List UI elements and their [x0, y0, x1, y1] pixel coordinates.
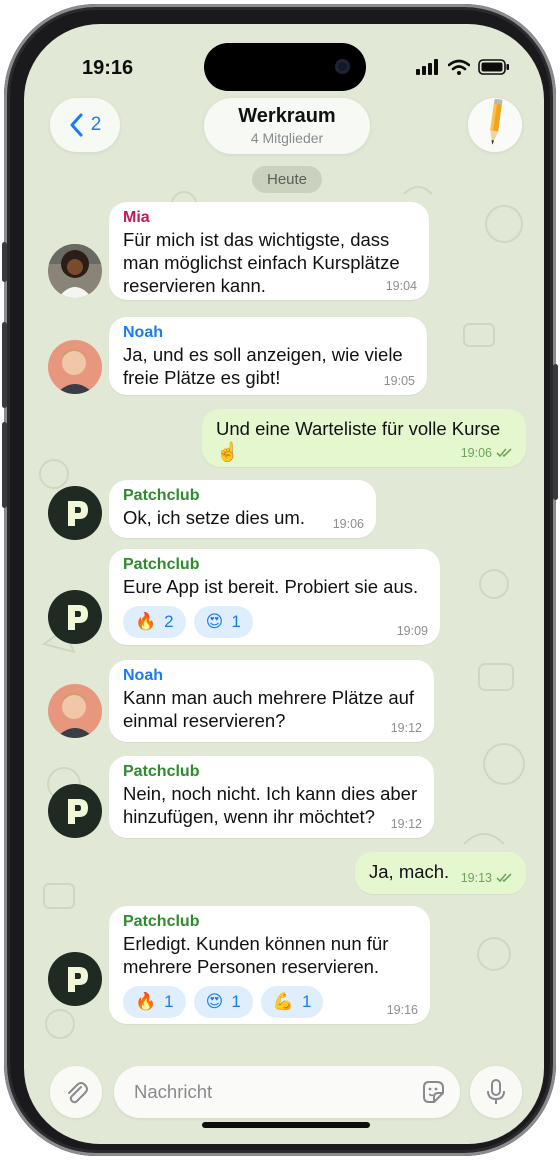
sender-name: Noah — [123, 324, 163, 341]
message-time: 19:12 — [390, 721, 422, 735]
message-time-row: 19:13 — [461, 871, 514, 885]
power-button — [553, 364, 558, 500]
sender-name: Patchclub — [123, 913, 200, 930]
message-bubble-outgoing[interactable]: Und eine Warteliste für volle Kurse☝️ 19… — [202, 409, 526, 467]
patchclub-logo-icon — [68, 967, 88, 992]
sender-name: Mia — [123, 209, 150, 226]
sticker-icon[interactable] — [420, 1079, 446, 1105]
reaction-count: 2 — [164, 612, 174, 631]
avatar-noah[interactable] — [48, 340, 102, 394]
avatar-noah[interactable] — [48, 684, 102, 738]
fire-emoji-icon: 🔥 — [135, 612, 157, 631]
message-text: Erledigt. Kunden können nun für mehrere … — [123, 933, 389, 977]
chat-member-count: 4 Mitglieder — [250, 130, 324, 146]
reaction-count: 1 — [231, 992, 241, 1011]
microphone-icon — [487, 1079, 505, 1104]
home-indicator[interactable] — [202, 1122, 370, 1128]
message-text: Eure App ist bereit. Probiert sie aus. — [123, 576, 419, 597]
person-avatar-icon — [48, 684, 102, 738]
person-avatar-icon — [48, 340, 102, 394]
message-composer — [24, 1044, 544, 1144]
message-time: 19:16 — [386, 1003, 418, 1017]
message-time: 19:04 — [385, 279, 417, 293]
message-bubble-outgoing[interactable]: Ja, mach. 19:13 — [355, 852, 526, 894]
chat-screen: 19:16 2 Werkraum 4 Mitglieder Heute Mia … — [24, 24, 544, 1144]
sender-name: Patchclub — [123, 487, 200, 504]
avatar-patchclub[interactable] — [48, 784, 102, 838]
message-time: 19:09 — [396, 624, 428, 638]
silent-switch — [2, 242, 7, 282]
reaction-heart-eyes[interactable]: 😍 1 — [193, 606, 253, 638]
message-time: 19:13 — [460, 871, 492, 885]
message-input-container — [114, 1066, 460, 1118]
pencil-icon — [490, 98, 503, 145]
status-time: 19:16 — [82, 57, 134, 79]
message-time: 19:06 — [332, 517, 364, 531]
sender-name: Noah — [123, 667, 163, 684]
message-bubble[interactable]: Patchclub Nein, noch nicht. Ich kann die… — [109, 756, 434, 838]
reaction-row: 🔥 2 😍 1 — [123, 606, 426, 638]
message-bubble[interactable]: Patchclub Eure App ist bereit. Probiert … — [109, 549, 440, 645]
person-avatar-icon — [48, 244, 102, 298]
message-time-row: 19:06 — [461, 446, 514, 460]
reaction-row: 🔥 1 😍 1 💪 1 — [123, 986, 416, 1018]
back-button[interactable]: 2 — [50, 98, 120, 152]
chat-title-button[interactable]: Werkraum 4 Mitglieder — [204, 98, 370, 154]
double-check-icon — [496, 448, 512, 458]
sender-name: Patchclub — [123, 763, 200, 780]
message-time: 19:12 — [390, 817, 422, 831]
avatar-patchclub[interactable] — [48, 590, 102, 644]
reaction-count: 1 — [164, 992, 174, 1011]
status-icons — [416, 59, 510, 75]
fire-emoji-icon: 🔥 — [135, 992, 157, 1011]
reaction-count: 1 — [302, 992, 312, 1011]
patchclub-logo-icon — [68, 799, 88, 824]
reaction-count: 1 — [231, 612, 241, 631]
chat-title: Werkraum — [238, 105, 336, 127]
voice-message-button[interactable] — [470, 1066, 522, 1118]
attach-button[interactable] — [50, 1066, 102, 1118]
chevron-left-icon — [70, 113, 83, 137]
message-bubble[interactable]: Patchclub Erledigt. Kunden können nun fü… — [109, 906, 430, 1024]
avatar-mia[interactable] — [48, 244, 102, 298]
avatar-patchclub[interactable] — [48, 952, 102, 1006]
message-bubble[interactable]: Noah Kann man auch mehrere Plätze auf ei… — [109, 660, 434, 742]
patchclub-logo-icon — [68, 501, 88, 526]
cellular-signal-icon — [416, 59, 438, 75]
volume-down-button — [2, 422, 7, 508]
message-bubble[interactable]: Noah Ja, und es soll anzeigen, wie viele… — [109, 317, 427, 395]
muscle-emoji-icon: 💪 — [272, 992, 295, 1011]
unread-count: 2 — [90, 114, 102, 135]
reaction-fire[interactable]: 🔥 2 — [123, 606, 186, 638]
group-avatar-button[interactable] — [468, 98, 522, 152]
reaction-fire[interactable]: 🔥 1 — [123, 986, 186, 1018]
phone-frame: 19:16 2 Werkraum 4 Mitglieder Heute Mia … — [2, 4, 558, 1156]
wifi-icon — [448, 59, 470, 75]
heart-eyes-emoji-icon: 😍 — [205, 992, 224, 1011]
dynamic-island — [204, 43, 366, 91]
paperclip-icon — [68, 1082, 88, 1104]
battery-icon — [478, 59, 509, 75]
message-input[interactable] — [134, 1078, 404, 1106]
message-text: Nein, noch nicht. Ich kann dies aber hin… — [123, 783, 418, 827]
sender-name: Patchclub — [123, 556, 200, 573]
message-text: Ok, ich setze dies um. — [123, 507, 305, 528]
message-time: 19:06 — [460, 446, 492, 460]
reaction-heart-eyes[interactable]: 😍 1 — [193, 986, 253, 1018]
message-bubble[interactable]: Patchclub Ok, ich setze dies um. 19:06 — [109, 480, 376, 538]
camera-icon — [335, 59, 350, 74]
message-time: 19:05 — [383, 374, 415, 388]
patchclub-logo-icon — [68, 605, 88, 630]
volume-up-button — [2, 322, 7, 408]
double-check-icon — [496, 873, 512, 883]
message-text: Kann man auch mehrere Plätze auf einmal … — [123, 687, 415, 731]
message-text: Ja, und es soll anzeigen, wie viele frei… — [123, 344, 403, 388]
message-bubble[interactable]: Mia Für mich ist das wichtigste, dass ma… — [109, 202, 429, 300]
reaction-muscle[interactable]: 💪 1 — [260, 986, 324, 1018]
avatar-patchclub[interactable] — [48, 486, 102, 540]
message-text: Für mich ist das wichtigste, dass man mö… — [123, 229, 400, 296]
heart-eyes-emoji-icon: 😍 — [205, 612, 224, 631]
date-separator: Heute — [252, 166, 322, 193]
